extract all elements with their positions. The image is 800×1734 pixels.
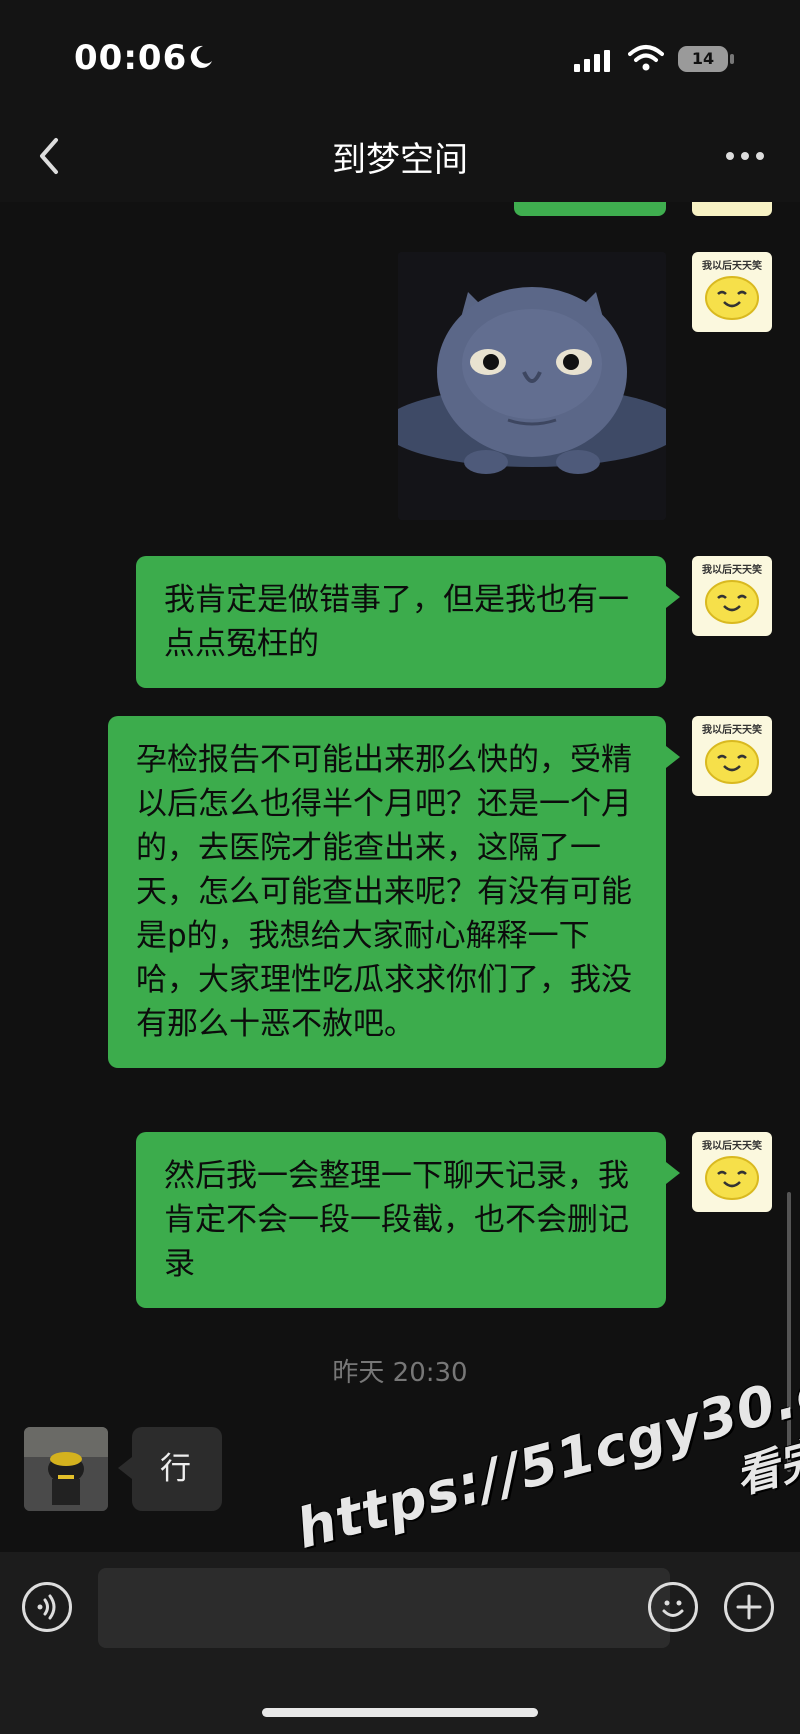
message-bubble[interactable]: 孕检报告不可能出来那么快的，受精以后怎么也得半个月吧？还是一个月的，去医院才能查… [108, 716, 680, 1068]
smiley-icon [705, 580, 759, 624]
avatar-other[interactable] [24, 1427, 108, 1511]
emoji-icon[interactable] [648, 1582, 698, 1632]
wifi-icon [628, 45, 664, 71]
cat-sticker-image [398, 252, 666, 520]
message-timestamp: 昨天 20:30 [332, 1358, 468, 1388]
message-bubble[interactable]: 我肯定是做错事了，但是我也有一点点冤枉的 [136, 556, 680, 688]
figure-avatar-image [24, 1427, 108, 1511]
smiley-icon [705, 276, 759, 320]
signal-icon [574, 50, 610, 72]
message-bubble-partial [514, 202, 666, 216]
chat-title: 到梦空间 [332, 140, 468, 180]
avatar-partial [692, 202, 772, 216]
avatar[interactable]: 我以后天天笑 [692, 716, 772, 796]
avatar[interactable]: 我以后天天笑 [692, 1132, 772, 1212]
avatar[interactable]: 我以后天天笑 [692, 252, 772, 332]
battery-indicator: 14 [678, 46, 728, 72]
smiley-icon [705, 1156, 759, 1200]
voice-icon[interactable] [22, 1582, 72, 1632]
input-bar [0, 1552, 800, 1734]
scrollbar[interactable] [787, 1192, 791, 1472]
message-bubble-other[interactable]: 行 [118, 1427, 222, 1511]
message-input[interactable] [98, 1568, 670, 1648]
battery-tip [730, 54, 734, 64]
sticker-image-message[interactable] [398, 252, 666, 520]
message-bubble[interactable]: 然后我一会整理一下聊天记录，我肯定不会一段一段截，也不会删记录 [136, 1132, 680, 1308]
plus-icon[interactable] [724, 1582, 774, 1632]
chat-header: 到梦空间 [0, 110, 800, 202]
moon-icon [190, 45, 212, 68]
message-list[interactable]: 我以后天天笑 我肯定是做错事了，但是我也有一点点冤枉的 我以后天天笑 孕检报告不… [0, 202, 800, 1552]
home-indicator[interactable] [262, 1708, 538, 1717]
status-bar: 00:06 14 [0, 0, 800, 110]
smiley-icon [705, 740, 759, 784]
avatar[interactable]: 我以后天天笑 [692, 556, 772, 636]
status-time: 00:06 [74, 38, 188, 78]
more-dots-icon[interactable] [720, 134, 770, 178]
